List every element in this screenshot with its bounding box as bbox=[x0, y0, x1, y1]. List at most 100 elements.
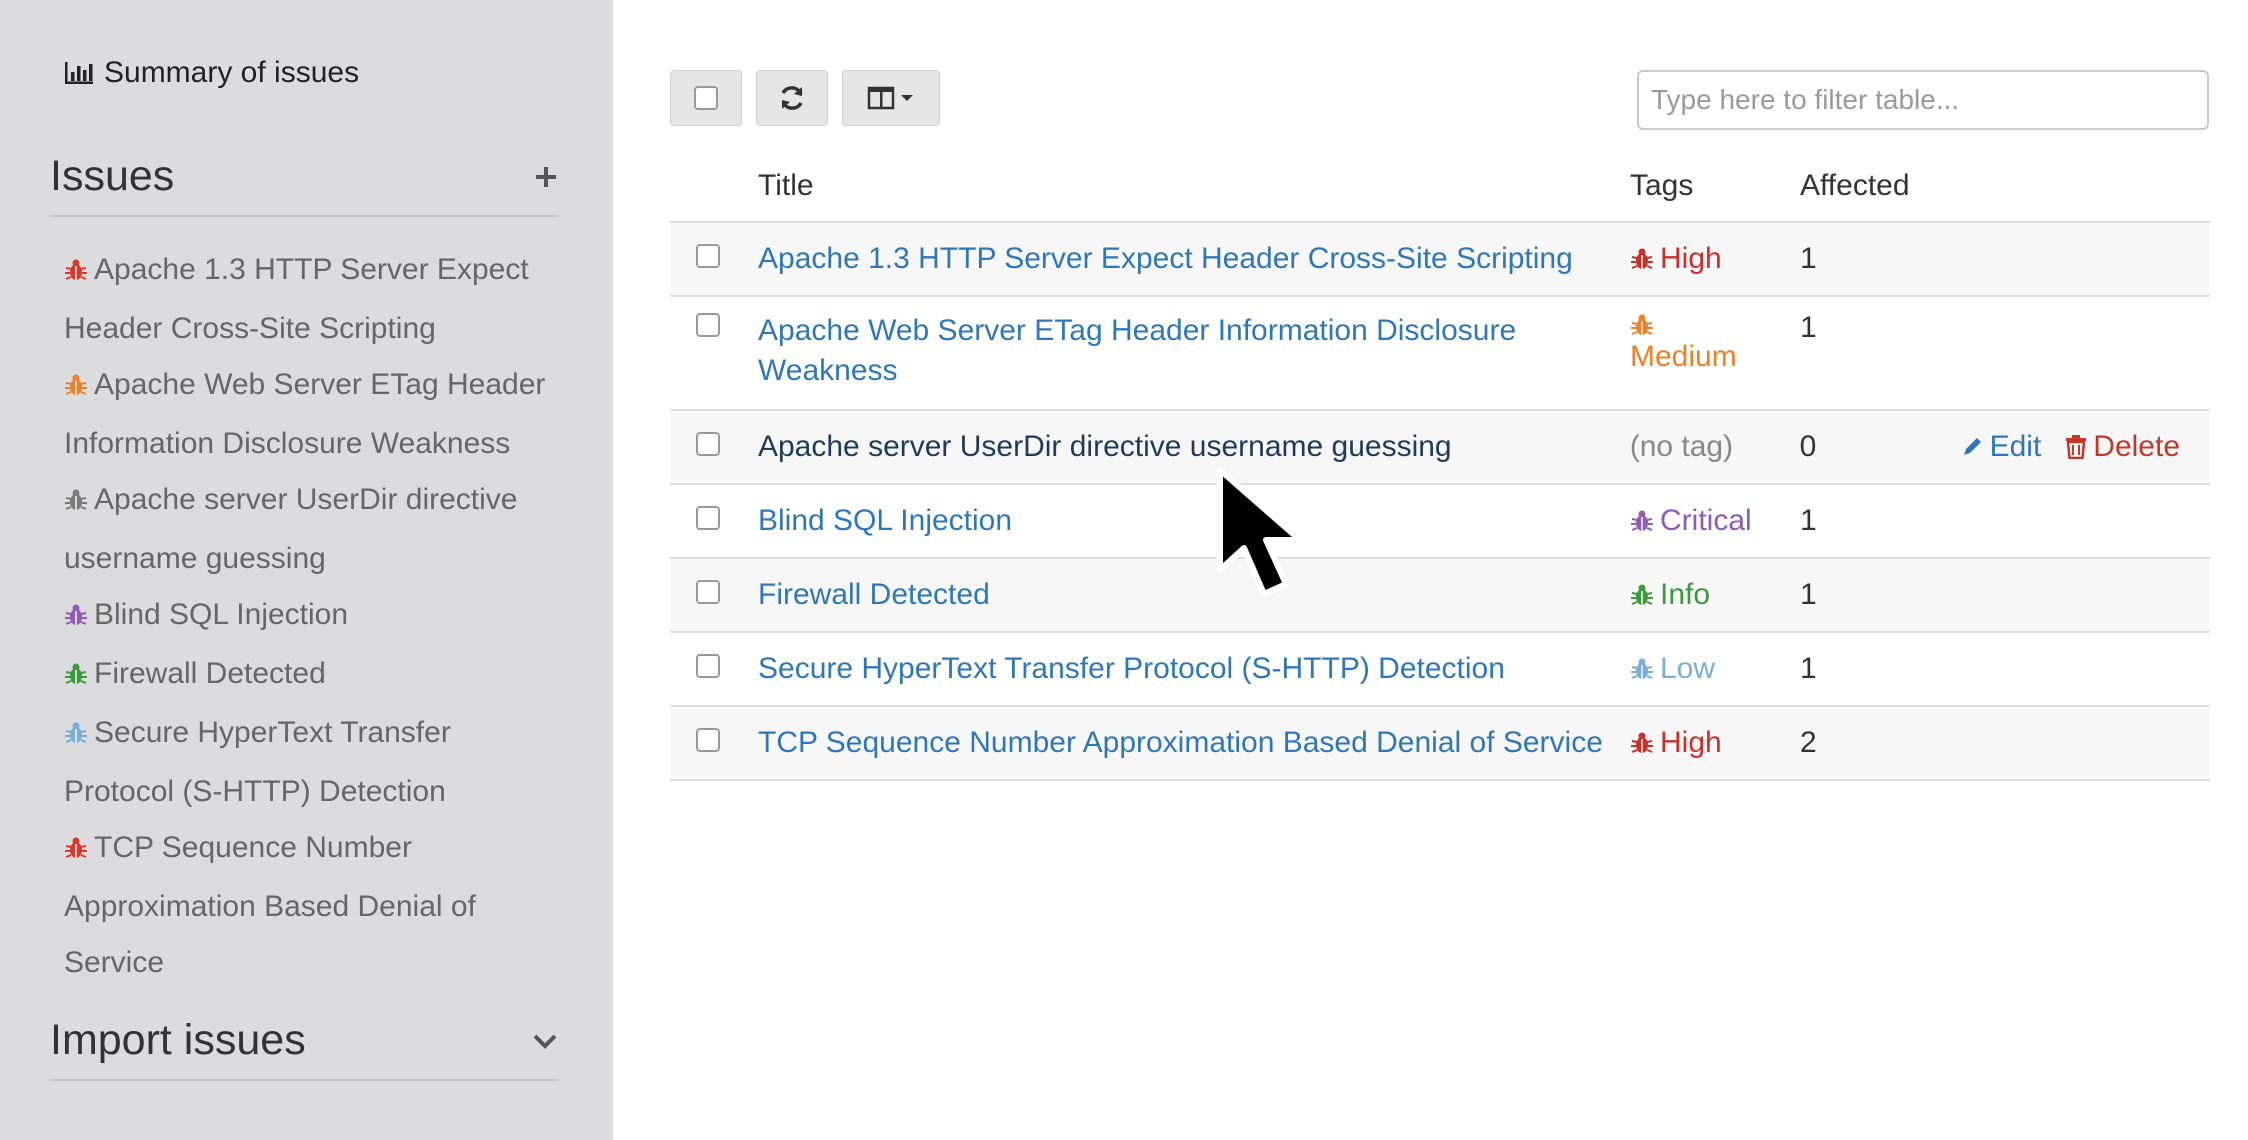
row-checkbox[interactable] bbox=[696, 506, 720, 530]
table-row: Secure HyperText Transfer Protocol (S-HT… bbox=[670, 633, 2210, 707]
columns-icon bbox=[867, 86, 895, 110]
issues-heading: Issues bbox=[50, 152, 175, 200]
issue-title-link[interactable]: Blind SQL Injection bbox=[758, 504, 1012, 537]
sidebar-issue-item[interactable]: Blind SQL Injection bbox=[64, 587, 564, 646]
tag-label: Info bbox=[1660, 578, 1711, 611]
tag-badge: (no tag) bbox=[1630, 427, 1733, 467]
issues-section-header: Issues bbox=[50, 152, 558, 217]
bug-icon bbox=[65, 722, 87, 743]
tag-label: High bbox=[1660, 242, 1722, 275]
tag-badge: High bbox=[1630, 723, 1722, 763]
checkbox-icon bbox=[694, 86, 718, 110]
tag-badge: Critical bbox=[1630, 501, 1752, 541]
sidebar-issue-item[interactable]: Apache Web Server ETag Header Informatio… bbox=[64, 357, 564, 472]
sidebar: Summary of issues Issues Apache 1.3 HTTP… bbox=[0, 0, 613, 1140]
affected-count: 1 bbox=[1800, 652, 1817, 685]
bug-icon bbox=[65, 604, 87, 625]
table-row: Apache Web Server ETag Header Informatio… bbox=[670, 297, 2210, 411]
column-header-tags[interactable]: Tags bbox=[1630, 169, 1800, 203]
sidebar-issue-label: Apache 1.3 HTTP Server Expect Header Cro… bbox=[64, 253, 529, 345]
add-issue-button[interactable] bbox=[534, 165, 558, 189]
affected-count: 2 bbox=[1800, 726, 1817, 759]
bug-icon bbox=[1631, 658, 1653, 679]
bug-icon bbox=[65, 837, 87, 858]
import-section-header[interactable]: Import issues bbox=[50, 1016, 558, 1081]
table-row: Apache 1.3 HTTP Server Expect Header Cro… bbox=[670, 223, 2210, 297]
pencil-icon bbox=[1963, 438, 1981, 455]
affected-count: 1 bbox=[1800, 311, 1817, 344]
summary-label: Summary of issues bbox=[104, 56, 360, 89]
columns-button[interactable] bbox=[842, 70, 940, 126]
row-checkbox[interactable] bbox=[696, 244, 720, 268]
table-row: Apache server UserDir directive username… bbox=[670, 411, 2210, 485]
trash-icon bbox=[2066, 435, 2087, 459]
edit-button[interactable]: Edit bbox=[1960, 430, 2042, 464]
table-filter-input[interactable] bbox=[1637, 70, 2209, 130]
chevron-down-icon bbox=[533, 1034, 557, 1049]
column-header-title[interactable]: Title bbox=[758, 169, 1630, 203]
bug-icon bbox=[1631, 314, 1653, 335]
table-header-row: Title Tags Affected bbox=[670, 150, 2210, 223]
bug-icon bbox=[1631, 732, 1653, 753]
import-heading: Import issues bbox=[50, 1016, 306, 1064]
column-header-affected[interactable]: Affected bbox=[1800, 169, 1960, 203]
import-toggle[interactable] bbox=[532, 1032, 558, 1050]
delete-label: Delete bbox=[2093, 430, 2181, 463]
sidebar-issue-label: Blind SQL Injection bbox=[94, 598, 349, 631]
issue-title-link[interactable]: Apache Web Server ETag Header Informatio… bbox=[758, 314, 1516, 387]
refresh-icon bbox=[781, 86, 803, 110]
table-body: Apache 1.3 HTTP Server Expect Header Cro… bbox=[670, 223, 2210, 781]
affected-count: 0 bbox=[1799, 430, 1817, 463]
bar-chart-icon bbox=[65, 62, 93, 84]
tag-badge: High bbox=[1630, 239, 1722, 279]
plus-icon bbox=[536, 166, 556, 187]
refresh-button[interactable] bbox=[756, 70, 828, 126]
tag-label: Medium bbox=[1630, 340, 1737, 373]
delete-button[interactable]: Delete bbox=[2065, 430, 2180, 464]
affected-count: 1 bbox=[1800, 504, 1817, 537]
row-checkbox[interactable] bbox=[696, 580, 720, 604]
bug-icon bbox=[65, 489, 87, 510]
sidebar-issue-item[interactable]: Apache server UserDir directive username… bbox=[64, 472, 564, 587]
issue-title-link[interactable]: Secure HyperText Transfer Protocol (S-HT… bbox=[758, 652, 1505, 685]
sidebar-issue-label: Apache server UserDir directive username… bbox=[64, 483, 518, 575]
issue-title-link[interactable]: Apache server UserDir directive username… bbox=[758, 430, 1452, 463]
tag-label: Critical bbox=[1660, 504, 1752, 537]
bug-icon bbox=[1631, 510, 1653, 531]
sidebar-issue-item[interactable]: TCP Sequence Number Approximation Based … bbox=[64, 820, 564, 991]
bug-icon bbox=[1631, 248, 1653, 269]
issue-title-link[interactable]: Apache 1.3 HTTP Server Expect Header Cro… bbox=[758, 242, 1573, 275]
affected-count: 1 bbox=[1800, 242, 1817, 275]
sidebar-issue-list: Apache 1.3 HTTP Server Expect Header Cro… bbox=[64, 242, 564, 991]
sidebar-issue-label: Firewall Detected bbox=[94, 657, 326, 690]
tag-badge: Medium bbox=[1630, 313, 1737, 377]
tag-label: (no tag) bbox=[1629, 430, 1734, 463]
sidebar-issue-item[interactable]: Apache 1.3 HTTP Server Expect Header Cro… bbox=[64, 242, 564, 357]
sidebar-issue-label: TCP Sequence Number Approximation Based … bbox=[64, 831, 476, 979]
tag-label: High bbox=[1660, 726, 1722, 759]
row-checkbox[interactable] bbox=[696, 313, 720, 337]
issues-table: Title Tags Affected Apache 1.3 HTTP Serv… bbox=[670, 150, 2210, 781]
table-toolbar bbox=[670, 70, 940, 126]
affected-count: 1 bbox=[1800, 578, 1817, 611]
row-checkbox[interactable] bbox=[696, 728, 720, 752]
sidebar-issue-item[interactable]: Secure HyperText Transfer Protocol (S-HT… bbox=[64, 705, 564, 820]
table-row: TCP Sequence Number Approximation Based … bbox=[670, 707, 2210, 781]
tag-label: Low bbox=[1660, 652, 1716, 685]
summary-of-issues-link[interactable]: Summary of issues bbox=[64, 56, 359, 90]
select-all-button[interactable] bbox=[670, 70, 742, 126]
table-row: Firewall Detected Info 1 bbox=[670, 559, 2210, 633]
bug-icon bbox=[65, 259, 87, 280]
row-checkbox[interactable] bbox=[696, 654, 720, 678]
table-row: Blind SQL Injection Critical 1 bbox=[670, 485, 2210, 559]
issue-title-link[interactable]: Firewall Detected bbox=[758, 578, 990, 611]
bug-icon bbox=[65, 663, 87, 684]
row-checkbox[interactable] bbox=[696, 432, 720, 456]
sidebar-issue-item[interactable]: Firewall Detected bbox=[64, 646, 564, 705]
edit-label: Edit bbox=[1989, 430, 2042, 463]
tag-badge: Info bbox=[1630, 575, 1710, 615]
bug-icon bbox=[1631, 584, 1653, 605]
issue-title-link[interactable]: TCP Sequence Number Approximation Based … bbox=[758, 726, 1603, 759]
bug-icon bbox=[65, 374, 87, 395]
sidebar-issue-label: Apache Web Server ETag Header Informatio… bbox=[64, 368, 546, 460]
